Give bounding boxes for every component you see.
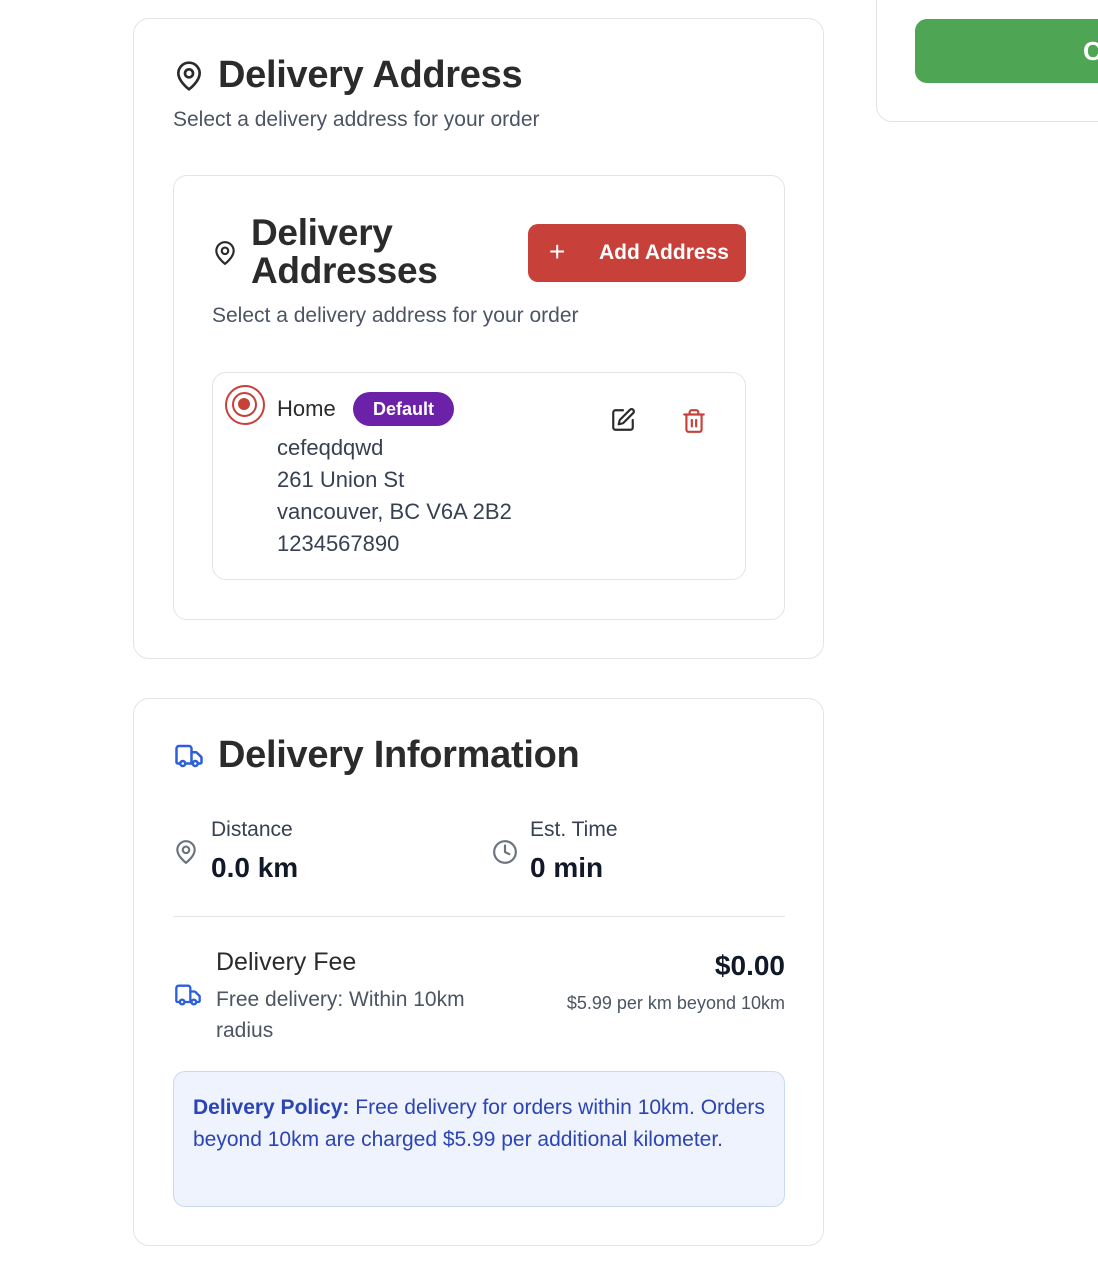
plus-icon: + — [549, 236, 566, 267]
map-pin-icon — [215, 241, 235, 265]
address-name: Home — [277, 396, 336, 421]
address-phone: 1234567890 — [277, 531, 400, 556]
distance-value: 0.0 km — [211, 852, 299, 883]
delivery-addresses-subtitle: Select a delivery address for your order — [212, 304, 579, 327]
map-pin-icon — [177, 61, 201, 91]
divider — [173, 916, 785, 917]
add-address-button[interactable]: + Add Address — [528, 224, 746, 282]
delivery-address-subtitle: Select a delivery address for your order — [173, 108, 540, 131]
address-line1: cefeqdqwd — [277, 435, 384, 460]
est-time-value: 0 min — [530, 852, 604, 883]
address-radio-selected[interactable] — [225, 385, 265, 425]
address-line3: vancouver, BC V6A 2B2 — [277, 499, 512, 524]
truck-icon — [175, 744, 203, 768]
delivery-fee-description: Free delivery: Within 10km radius — [216, 988, 465, 1042]
delivery-addresses-title: Delivery Addresses — [251, 212, 438, 291]
map-pin-icon — [176, 840, 196, 864]
delivery-information-title: Delivery Information — [218, 734, 580, 776]
delivery-fee-note: $5.99 per km beyond 10km — [566, 993, 785, 1013]
default-badge: Default — [353, 392, 454, 426]
delivery-address-title: Delivery Address — [218, 54, 523, 96]
distance-label: Distance — [211, 818, 293, 841]
clock-icon — [493, 840, 517, 864]
address-line2: 261 Union St — [277, 467, 405, 492]
delivery-policy-box: Delivery Policy: Free delivery for order… — [173, 1071, 785, 1207]
delivery-fee-title: Delivery Fee — [216, 948, 357, 976]
delivery-fee-amount: $0.00 — [714, 950, 785, 981]
delivery-policy-label: Delivery Policy: — [193, 1096, 350, 1119]
checkout-button[interactable]: C — [915, 19, 1098, 83]
edit-icon[interactable] — [610, 407, 636, 433]
est-time-label: Est. Time — [530, 818, 618, 841]
truck-icon — [175, 984, 201, 1006]
trash-icon[interactable] — [681, 408, 707, 434]
add-address-label: Add Address — [599, 241, 729, 264]
